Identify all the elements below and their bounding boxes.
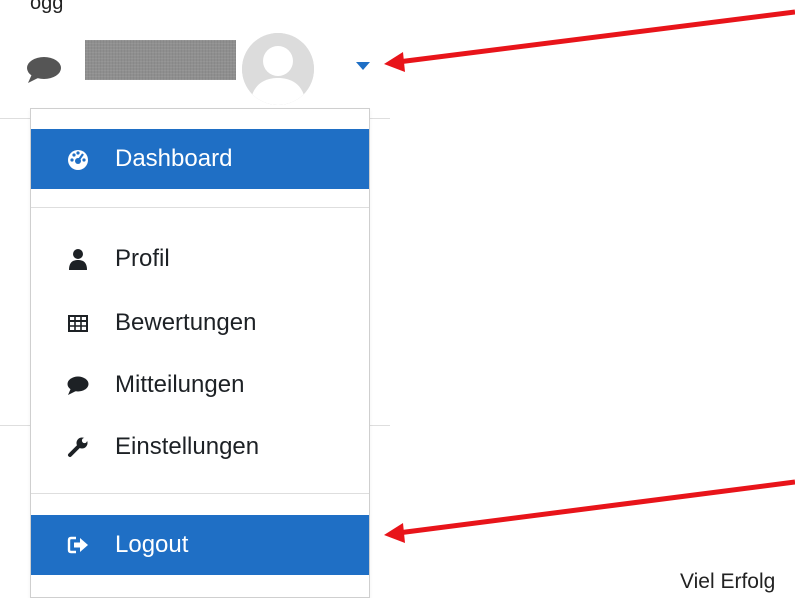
footer-text: Viel Erfolg <box>680 570 776 593</box>
chat-bubble-icon[interactable] <box>26 56 62 84</box>
sign-out-icon <box>67 534 89 556</box>
menu-item-profil[interactable]: Profil <box>31 229 369 289</box>
menu-item-label: Mitteilungen <box>115 371 245 398</box>
menu-item-dashboard[interactable]: Dashboard <box>31 129 369 189</box>
menu-divider <box>31 207 369 208</box>
menu-item-logout[interactable]: Logout <box>31 515 369 575</box>
menu-item-mitteilungen[interactable]: Mitteilungen <box>31 355 369 415</box>
user-avatar[interactable] <box>242 33 314 105</box>
page-divider-line <box>370 425 390 426</box>
table-icon <box>67 312 89 334</box>
menu-item-label: Einstellungen <box>115 433 260 460</box>
menu-item-einstellungen[interactable]: Einstellungen <box>31 417 369 477</box>
chat-bubble-icon <box>67 374 89 396</box>
menu-item-bewertungen[interactable]: Bewertungen <box>31 293 369 353</box>
wrench-icon <box>67 436 89 458</box>
user-dropdown-menu: Dashboard Profil Bewertungen Mitteilunge… <box>30 108 370 598</box>
annotation-arrow-logout <box>384 479 795 543</box>
menu-item-label: Logout <box>115 531 189 558</box>
menu-item-label: Dashboard <box>115 145 233 172</box>
page-divider-line <box>0 118 30 119</box>
menu-item-label: Bewertungen <box>115 309 257 336</box>
page-divider-line <box>0 425 30 426</box>
menu-item-label: Profil <box>115 245 170 272</box>
username-redacted[interactable] <box>85 40 236 80</box>
user-icon <box>67 248 89 270</box>
menu-divider <box>31 493 369 494</box>
dashboard-icon <box>67 148 89 170</box>
page-divider-line <box>370 118 390 119</box>
user-navbar <box>0 0 795 105</box>
caret-down-icon[interactable] <box>356 58 370 70</box>
